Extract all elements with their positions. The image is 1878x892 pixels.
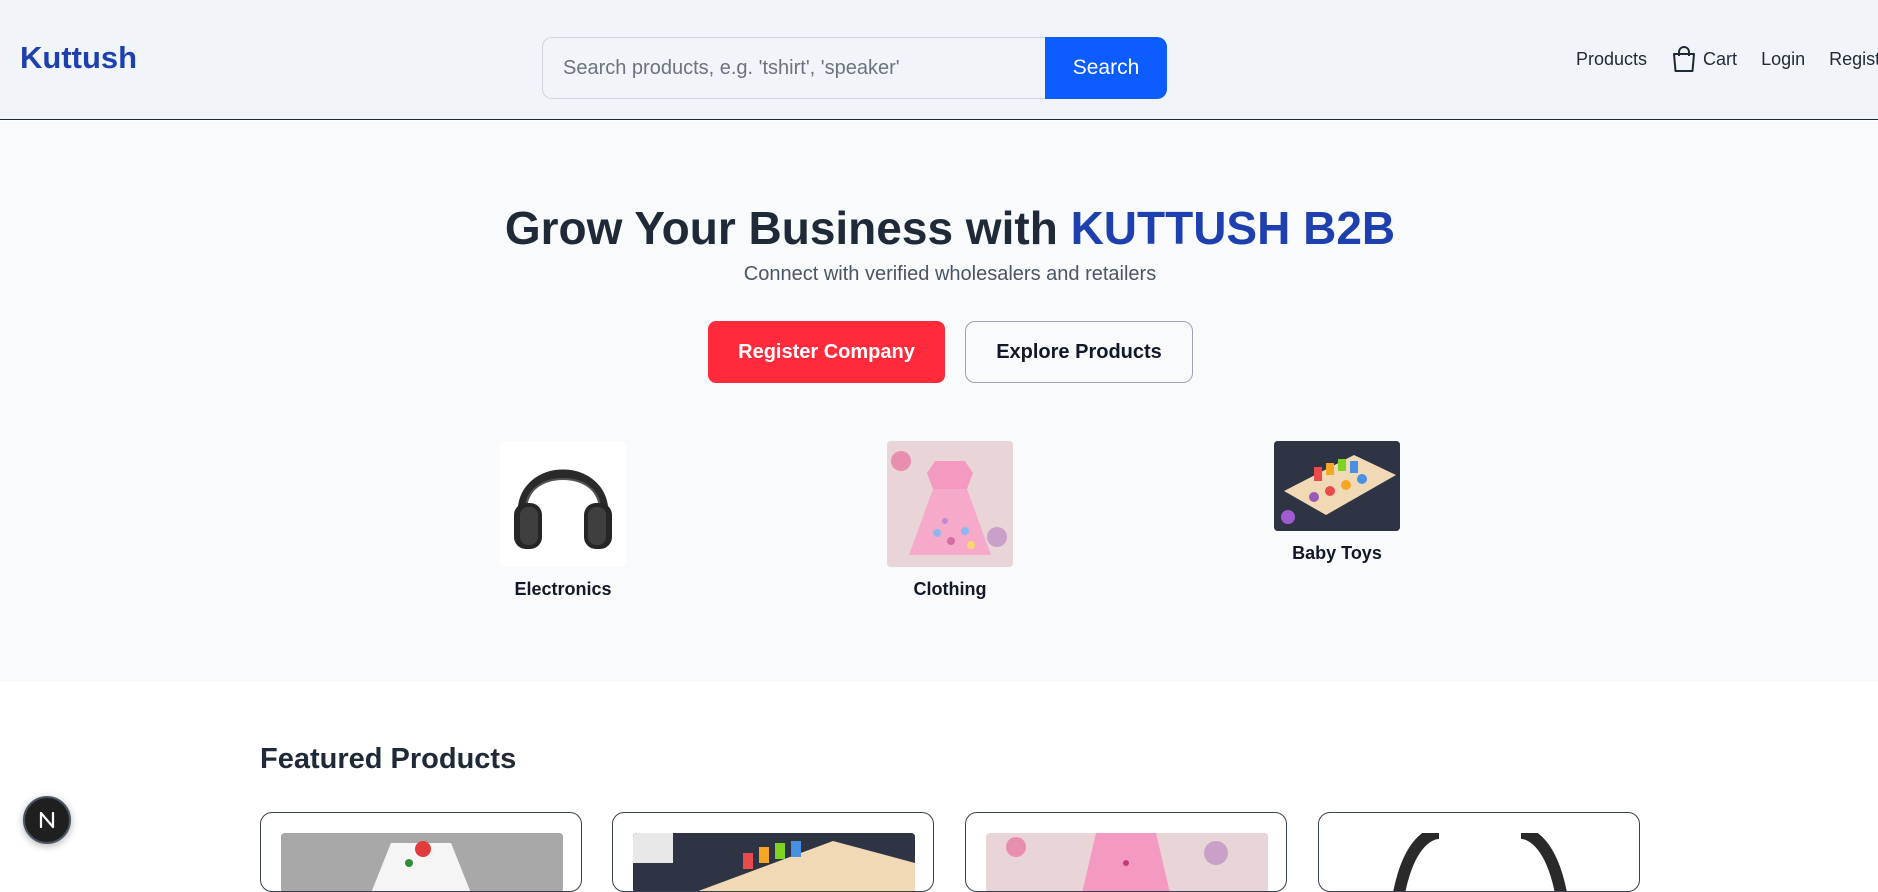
- hero-title-brand: KUTTUSH B2B: [1070, 202, 1396, 254]
- hero-title-prefix: Grow Your Business with: [504, 202, 1071, 254]
- headphones-image: [1339, 833, 1621, 891]
- headphones-image: [500, 441, 626, 567]
- pink-dress-image: [986, 833, 1268, 891]
- category-label: Clothing: [913, 579, 987, 599]
- nav-cart[interactable]: Cart: [1671, 45, 1737, 73]
- search-button[interactable]: Search: [1045, 37, 1167, 99]
- n-logo-icon: [39, 811, 55, 829]
- category-label: Baby Toys: [1292, 543, 1382, 563]
- main-nav: Products Cart Login Register: [1576, 45, 1878, 73]
- site-logo[interactable]: Kuttush: [20, 40, 137, 76]
- wooden-number-puzzle-image: [1274, 441, 1400, 531]
- category-baby-toys[interactable]: Baby Toys: [1274, 441, 1400, 564]
- featured-products-title: Featured Products: [260, 743, 517, 775]
- category-electronics[interactable]: Electronics: [500, 441, 626, 600]
- product-card[interactable]: [260, 812, 582, 892]
- nav-products[interactable]: Products: [1576, 49, 1647, 70]
- category-clothing[interactable]: Clothing: [887, 441, 1013, 600]
- pink-dress-image: [887, 441, 1013, 567]
- shopping-bag-icon: [1673, 46, 1696, 72]
- next-dev-badge[interactable]: [23, 796, 71, 844]
- nav-login[interactable]: Login: [1761, 49, 1805, 70]
- explore-products-button[interactable]: Explore Products: [965, 321, 1193, 383]
- nav-cart-label: Cart: [1703, 48, 1738, 69]
- toy-puzzle-image: [633, 833, 915, 891]
- search-input[interactable]: [542, 37, 1045, 99]
- category-label: Electronics: [514, 579, 612, 599]
- hero-title: Grow Your Business with KUTTUSH B2B: [0, 201, 1878, 255]
- site-header: Kuttush Search Products Cart Login Regis…: [0, 0, 1878, 120]
- nav-register[interactable]: Register: [1829, 49, 1878, 70]
- floral-shirt-image: [281, 833, 563, 891]
- product-card[interactable]: [1318, 812, 1640, 892]
- hero-section: Grow Your Business with KUTTUSH B2B Conn…: [0, 121, 1878, 682]
- product-card[interactable]: [965, 812, 1287, 892]
- register-company-button[interactable]: Register Company: [708, 321, 945, 383]
- product-card[interactable]: [612, 812, 934, 892]
- hero-subtitle: Connect with verified wholesalers and re…: [743, 263, 1157, 285]
- search-bar: Search: [542, 37, 1167, 99]
